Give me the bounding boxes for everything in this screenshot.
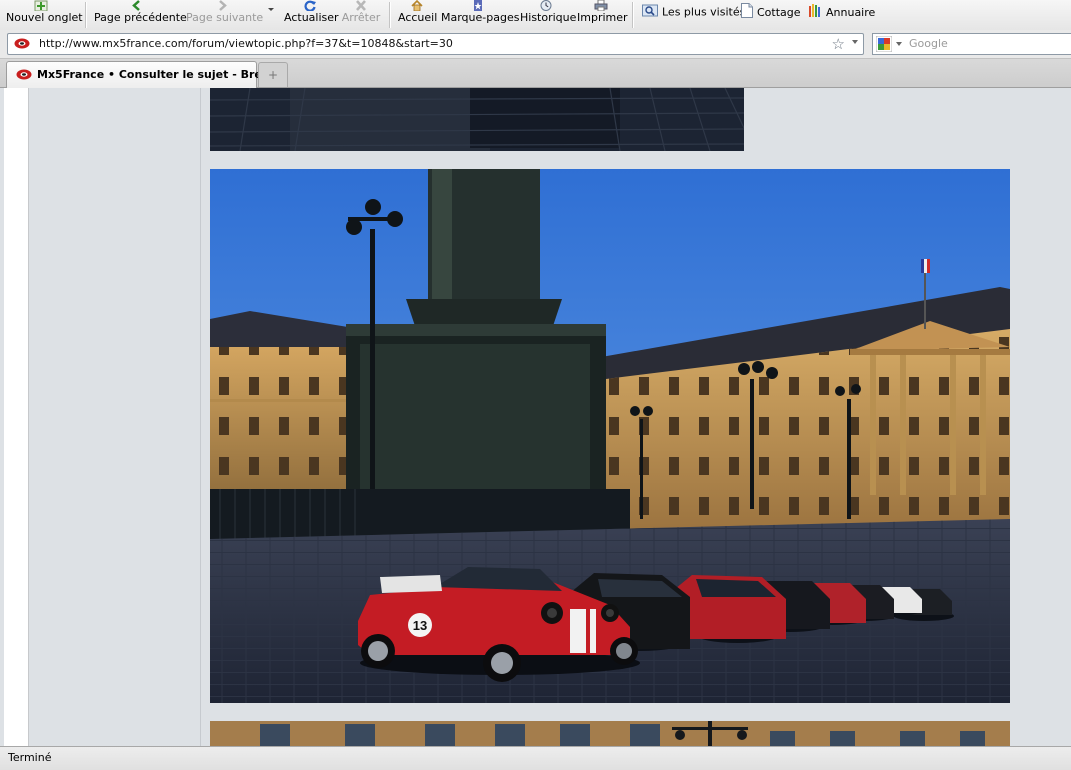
address-row: http://www.mx5france.com/forum/viewtopic… — [0, 30, 1071, 59]
sidebar-gutter — [4, 88, 29, 746]
page-icon — [741, 3, 753, 23]
bookmarks-button[interactable]: Marque-pages — [441, 0, 520, 30]
history-label: Historique — [520, 11, 577, 24]
chevron-down-icon[interactable] — [896, 42, 902, 46]
print-button[interactable]: Imprimer — [577, 0, 628, 30]
navigation-toolbar: Nouvel onglet Page précédente Page suiva… — [0, 0, 1071, 31]
search-folder-icon — [642, 3, 658, 22]
directory-label: Annuaire — [826, 6, 876, 19]
stop-button[interactable]: Arrêter — [340, 0, 382, 30]
status-bar: Terminé — [0, 746, 1071, 770]
back-arrow-icon — [94, 0, 180, 11]
forum-photo-top[interactable] — [210, 88, 744, 151]
back-button[interactable]: Page précédente — [94, 0, 187, 30]
bookmark-star-icon[interactable]: ☆ — [832, 35, 845, 53]
cottage-label: Cottage — [757, 6, 801, 19]
pencils-icon — [808, 3, 822, 23]
url-text: http://www.mx5france.com/forum/viewtopic… — [39, 37, 453, 50]
forum-photo-bottom[interactable] — [210, 721, 1010, 746]
forward-arrow-icon — [186, 0, 258, 11]
post-divider — [200, 88, 201, 746]
new-tab-button[interactable]: Nouvel onglet — [6, 0, 83, 30]
search-placeholder: Google — [909, 37, 948, 50]
home-icon — [398, 0, 436, 12]
most-visited-label: Les plus visités — [662, 5, 746, 19]
bookmarks-label: Marque-pages — [441, 11, 520, 24]
history-dropdown-button[interactable] — [266, 0, 276, 30]
reload-button[interactable]: Actualiser — [284, 0, 339, 30]
stop-icon — [340, 0, 382, 11]
history-button[interactable]: Historique — [520, 0, 577, 30]
plus-icon: + — [267, 68, 279, 82]
stop-label: Arrêter — [341, 11, 381, 24]
url-bar[interactable]: http://www.mx5france.com/forum/viewtopic… — [7, 33, 864, 55]
bookmark-directory[interactable]: Annuaire — [808, 3, 875, 19]
back-label: Page précédente — [94, 11, 187, 24]
reload-icon — [284, 0, 336, 12]
home-button[interactable]: Accueil — [398, 0, 438, 30]
google-icon[interactable] — [875, 35, 893, 53]
forward-label: Page suivante — [186, 11, 264, 24]
plus-icon — [6, 0, 76, 12]
reload-label: Actualiser — [284, 11, 339, 24]
forum-photo-place-vendome[interactable]: 13 — [210, 169, 1010, 703]
site-favicon — [16, 69, 32, 83]
clock-icon — [520, 0, 572, 11]
chevron-down-icon[interactable] — [852, 40, 858, 44]
bookmark-star-icon — [441, 0, 515, 11]
new-tab-label: Nouvel onglet — [6, 11, 83, 24]
chevron-down-icon — [266, 0, 276, 11]
tab-strip: Mx5France • Consulter le sujet - Bre... … — [0, 59, 1071, 88]
bookmark-cottage[interactable]: Cottage — [741, 3, 801, 19]
search-bar[interactable]: Google — [872, 33, 1071, 55]
printer-icon — [577, 0, 625, 12]
page-content: 13 — [0, 88, 1071, 746]
svg-text:13: 13 — [413, 618, 427, 633]
tab-active[interactable]: Mx5France • Consulter le sujet - Bre... — [6, 61, 274, 88]
site-favicon — [14, 38, 30, 52]
bookmark-most-visited[interactable]: Les plus visités — [642, 3, 745, 19]
new-tab-plus-button[interactable]: + — [258, 62, 288, 87]
print-label: Imprimer — [577, 11, 628, 24]
home-label: Accueil — [398, 11, 438, 24]
status-text: Terminé — [8, 751, 52, 764]
tab-label: Mx5France • Consulter le sujet - Bre... — [37, 68, 275, 81]
forward-button[interactable]: Page suivante — [186, 0, 264, 30]
